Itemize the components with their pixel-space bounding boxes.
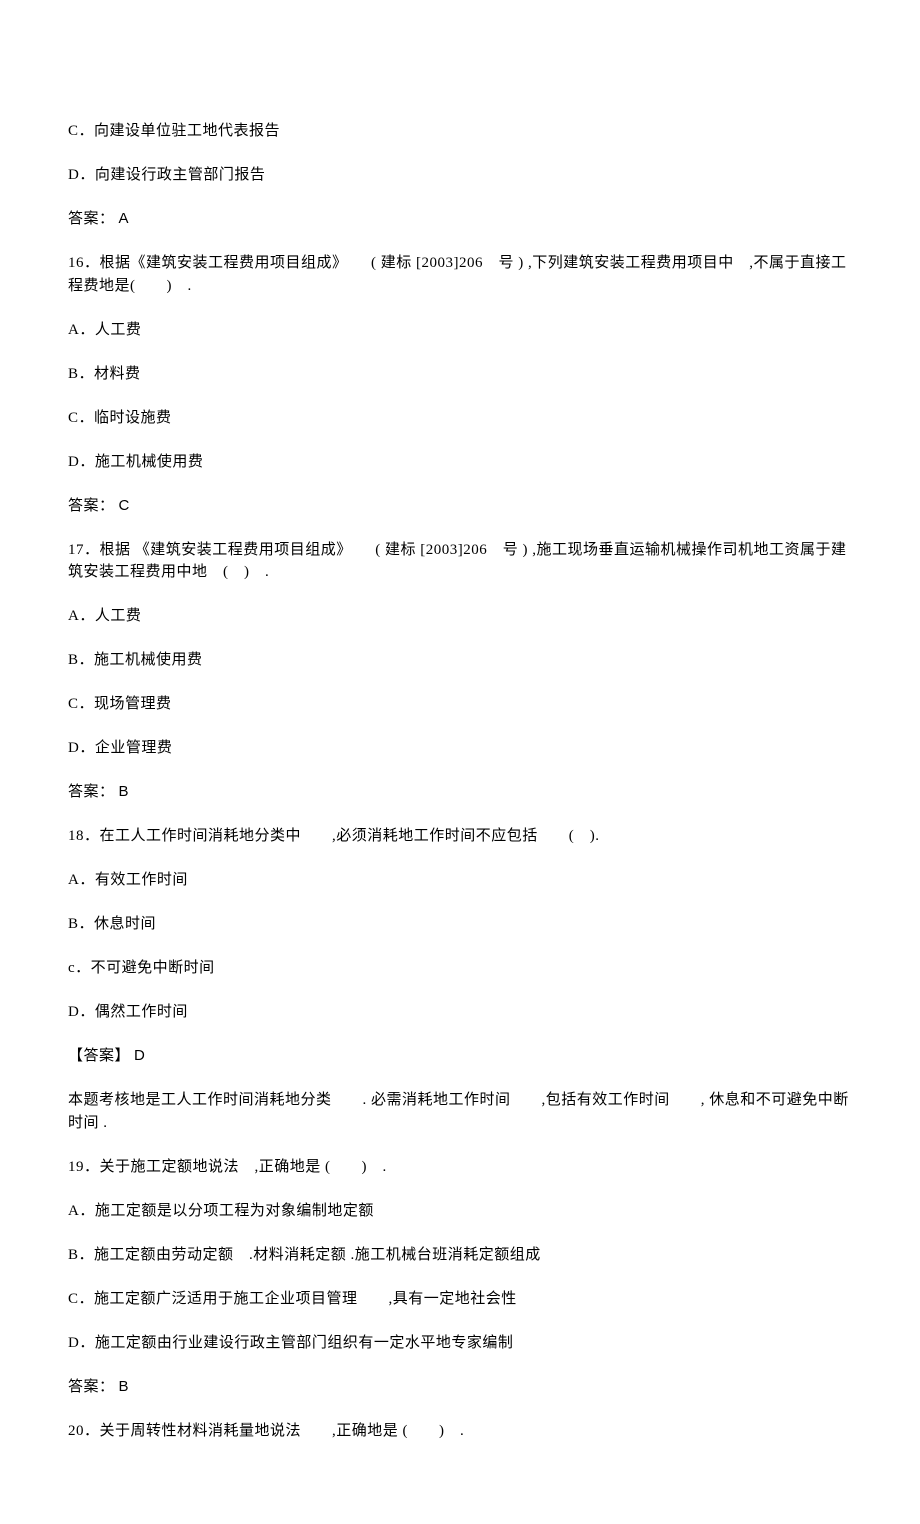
q19-answer: 答案：B [68,1376,852,1399]
q19-option-a: A．施工定额是以分项工程为对象编制地定额 [68,1200,852,1223]
answer-value: B [119,783,130,800]
q16-answer: 答案：C [68,495,852,518]
q18-answer: 【答案】D [68,1045,852,1068]
answer-label: 【答案】 [68,1048,130,1064]
answer-value: C [119,497,130,514]
prev-answer: 答案：A [68,208,852,231]
answer-label: 答案： [68,498,115,514]
answer-label: 答案： [68,784,115,800]
q18-option-d: D．偶然工作时间 [68,1001,852,1024]
q18-option-b: B．休息时间 [68,913,852,936]
q19-option-b: B．施工定额由劳动定额 .材料消耗定额 .施工机械台班消耗定额组成 [68,1244,852,1267]
q17-answer: 答案：B [68,781,852,804]
answer-value: A [119,210,130,227]
q17-option-a: A．人工费 [68,605,852,628]
answer-label: 答案： [68,1379,115,1395]
q18-text: 18．在工人工作时间消耗地分类中 ,必须消耗地工作时间不应包括 ( ). [68,825,852,848]
answer-value: D [134,1047,145,1064]
q17-option-d: D．企业管理费 [68,737,852,760]
prev-option-d: D．向建设行政主管部门报告 [68,164,852,187]
q17-option-c: C．现场管理费 [68,693,852,716]
q19-text: 19．关于施工定额地说法 ,正确地是 ( ) . [68,1156,852,1179]
q18-option-a: A．有效工作时间 [68,869,852,892]
prev-option-c: C．向建设单位驻工地代表报告 [68,120,852,143]
q16-option-b: B．材料费 [68,363,852,386]
q16-option-a: A．人工费 [68,319,852,342]
q19-option-c: C．施工定额广泛适用于施工企业项目管理 ,具有一定地社会性 [68,1288,852,1311]
q17-option-b: B．施工机械使用费 [68,649,852,672]
q20-text: 20．关于周转性材料消耗量地说法 ,正确地是 ( ) . [68,1420,852,1443]
q18-option-c: c．不可避免中断时间 [68,957,852,980]
answer-value: B [119,1378,130,1395]
q16-option-d: D．施工机械使用费 [68,451,852,474]
q19-option-d: D．施工定额由行业建设行政主管部门组织有一定水平地专家编制 [68,1332,852,1355]
q18-explanation: 本题考核地是工人工作时间消耗地分类 . 必需消耗地工作时间 ,包括有效工作时间 … [68,1089,852,1134]
q16-text: 16．根据《建筑安装工程费用项目组成》 ( 建标 [2003]206 号 ) ,… [68,252,852,297]
q17-text: 17．根据 《建筑安装工程费用项目组成》 ( 建标 [2003]206 号 ) … [68,539,852,584]
answer-label: 答案： [68,211,115,227]
q16-option-c: C．临时设施费 [68,407,852,430]
